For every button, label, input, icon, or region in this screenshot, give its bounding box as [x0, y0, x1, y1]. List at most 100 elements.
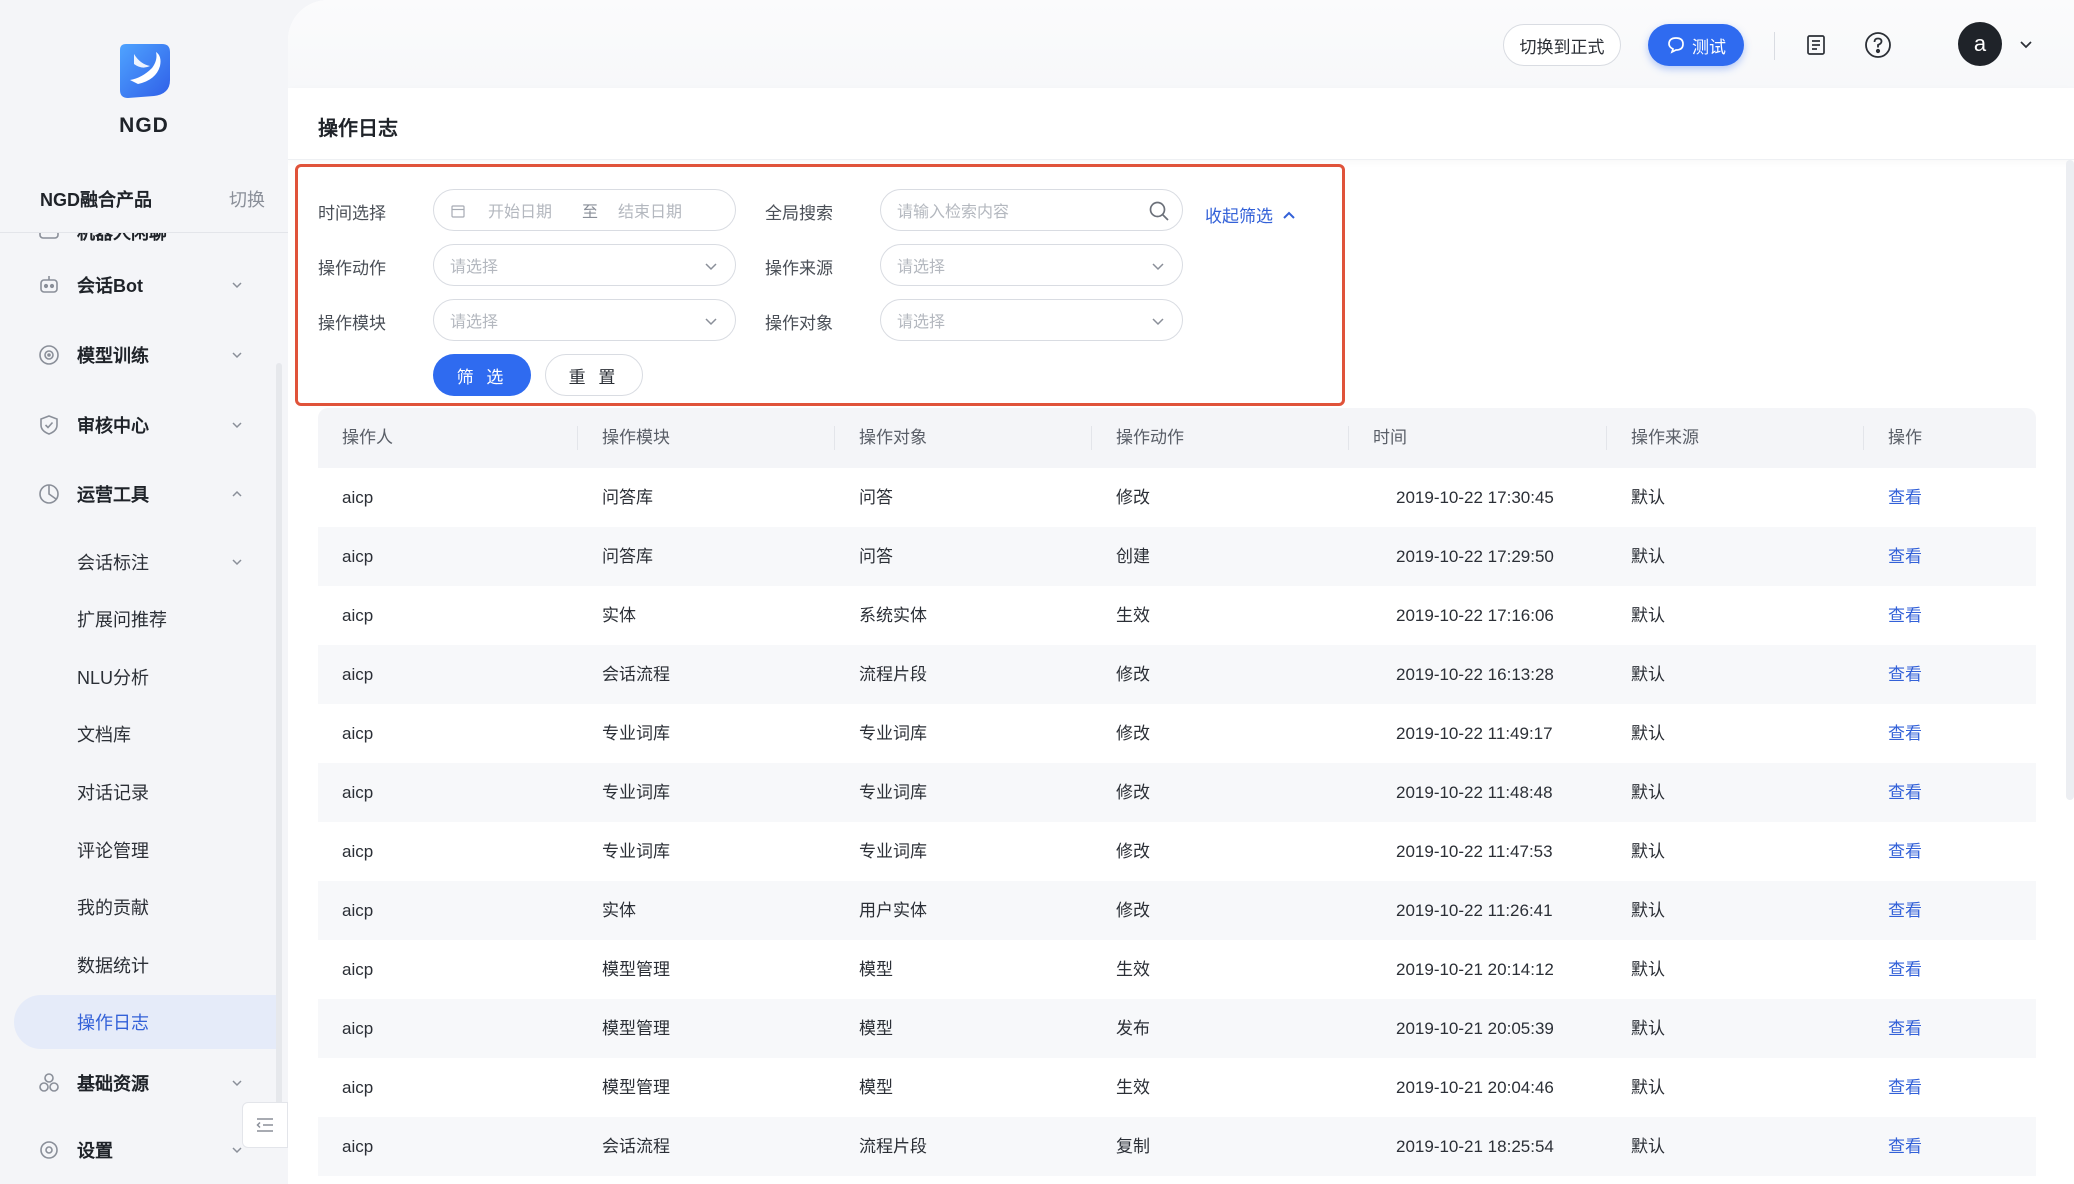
- view-link[interactable]: 查看: [1888, 468, 1922, 527]
- cell-operator: aicp: [342, 960, 374, 979]
- operation-source-select[interactable]: 请选择: [880, 244, 1183, 286]
- view-link[interactable]: 查看: [1888, 940, 1922, 999]
- help-icon[interactable]: [1863, 30, 1893, 60]
- collapse-filter-toggle[interactable]: 收起筛选: [1205, 202, 1297, 227]
- operation-action-label: 操作动作: [318, 259, 386, 278]
- sidebar-item-label: 运营工具: [77, 485, 149, 505]
- cell-time: 2019-10-22 17:29:50: [1396, 547, 1554, 566]
- chevron-down-icon: [705, 263, 717, 271]
- view-link[interactable]: 查看: [1888, 1117, 1922, 1176]
- filter-button[interactable]: 筛 选: [433, 354, 531, 396]
- divider: [1606, 426, 1607, 450]
- sidebar-item-review-center[interactable]: 审核中心: [0, 398, 260, 452]
- table-row: aicp 问答库 问答 修改 2019-10-22 17:30:45 默认 查看: [318, 468, 2036, 527]
- sidebar-subitem-comment-management[interactable]: 评论管理: [14, 823, 276, 877]
- cell-module: 专业词库: [602, 842, 670, 861]
- cell-source: 默认: [1631, 665, 1665, 684]
- sidebar-subitem-label: 操作日志: [77, 1013, 149, 1033]
- test-button[interactable]: 测试: [1648, 24, 1744, 66]
- cell-time: 2019-10-22 11:26:41: [1396, 901, 1553, 920]
- cell-action: 修改: [1116, 901, 1150, 920]
- cell-time: 2019-10-22 17:16:06: [1396, 606, 1554, 625]
- view-link[interactable]: 查看: [1888, 1058, 1922, 1117]
- cell-operator: aicp: [342, 724, 374, 743]
- cell-module: 问答库: [602, 488, 653, 507]
- cell-object: 模型: [859, 1078, 893, 1097]
- cell-source: 默认: [1631, 960, 1665, 979]
- chevron-down-icon: [232, 1080, 242, 1087]
- column-header-module: 操作模块: [602, 428, 670, 447]
- sidebar-collapse-button[interactable]: [242, 1102, 288, 1148]
- sidebar-item-label: 模型训练: [77, 346, 149, 366]
- view-link[interactable]: 查看: [1888, 763, 1922, 822]
- view-link[interactable]: 查看: [1888, 822, 1922, 881]
- cell-module: 模型管理: [602, 960, 670, 979]
- sidebar-item-model-training[interactable]: 模型训练: [0, 328, 260, 382]
- cell-source: 默认: [1631, 547, 1665, 566]
- cell-time: 2019-10-22 11:47:53: [1396, 842, 1553, 861]
- sidebar-subitem-session-annotation[interactable]: 会话标注: [14, 535, 276, 589]
- operation-log-table: 操作人 操作模块 操作对象 操作动作 时间 操作来源 操作 aicp 问答库 问答修…: [318, 408, 2036, 1176]
- sidebar-subitem-data-statistics[interactable]: 数据统计: [14, 938, 276, 992]
- view-link[interactable]: 查看: [1888, 704, 1922, 763]
- sidebar-subitem-label: 文档库: [77, 725, 131, 745]
- document-icon[interactable]: [1801, 30, 1831, 60]
- cell-time: 2019-10-22 11:48:48: [1396, 783, 1553, 802]
- select-placeholder: 请选择: [897, 314, 946, 331]
- view-link[interactable]: 查看: [1888, 881, 1922, 940]
- sidebar-item-ops-tools[interactable]: 运营工具: [0, 467, 260, 521]
- global-search-label: 全局搜索: [765, 204, 833, 223]
- sidebar-item-settings[interactable]: 设置: [0, 1123, 260, 1177]
- sidebar-item-base-resources[interactable]: 基础资源: [0, 1056, 260, 1110]
- date-range-picker[interactable]: 开始日期 至 结束日期: [433, 189, 736, 231]
- sidebar-subitem-label: 评论管理: [77, 841, 149, 861]
- column-header-operator: 操作人: [342, 428, 393, 447]
- table-row: aicp 模型管理 模型 生效 2019-10-21 20:14:12 默认 查看: [318, 940, 2036, 999]
- product-switch-link[interactable]: 切换: [229, 186, 265, 212]
- app-name: NGD: [119, 114, 169, 137]
- cell-object: 用户实体: [859, 901, 927, 920]
- cell-operator: aicp: [342, 901, 374, 920]
- sidebar-subitem-nlu-analysis[interactable]: NLU分析: [14, 650, 276, 704]
- sidebar-scrollbar[interactable]: [276, 363, 282, 1143]
- view-link[interactable]: 查看: [1888, 999, 1922, 1058]
- bird-logo-icon[interactable]: [114, 40, 174, 100]
- sidebar-subitem-dialog-records[interactable]: 对话记录: [14, 765, 276, 819]
- operation-action-select[interactable]: 请选择: [433, 244, 736, 286]
- cell-action: 修改: [1116, 783, 1150, 802]
- cell-source: 默认: [1631, 488, 1665, 507]
- sidebar-item-label: 机器人闲聊: [77, 233, 167, 243]
- operation-module-select[interactable]: 请选择: [433, 299, 736, 341]
- reset-button[interactable]: 重 置: [545, 354, 643, 396]
- gear-icon: [36, 1137, 62, 1163]
- sidebar-subitem-operation-log[interactable]: 操作日志: [14, 995, 276, 1049]
- table-body: aicp 问答库 问答 修改 2019-10-22 17:30:45 默认 查看 aicp 问答…: [318, 468, 2036, 1176]
- chevron-down-icon[interactable]: [2018, 36, 2034, 52]
- switch-environment-button[interactable]: 切换到正式: [1503, 24, 1621, 66]
- sidebar-item-chitchat[interactable]: 机器人闲聊: [0, 233, 260, 259]
- cell-module: 问答库: [602, 547, 653, 566]
- chevron-down-icon: [232, 422, 242, 429]
- view-link[interactable]: 查看: [1888, 586, 1922, 645]
- view-link[interactable]: 查看: [1888, 645, 1922, 704]
- operation-object-select[interactable]: 请选择: [880, 299, 1183, 341]
- cell-module: 模型管理: [602, 1078, 670, 1097]
- search-icon[interactable]: [1148, 200, 1170, 222]
- view-link[interactable]: 查看: [1888, 527, 1922, 586]
- divider: [834, 426, 835, 450]
- chevron-up-icon: [1283, 211, 1295, 219]
- global-search-input[interactable]: 请输入检索内容: [880, 189, 1183, 231]
- cell-object: 模型: [859, 1019, 893, 1038]
- select-placeholder: 请选择: [897, 259, 946, 276]
- sidebar-subitem-extended-questions[interactable]: 扩展问推荐: [14, 592, 276, 646]
- sidebar-subitem-my-contribution[interactable]: 我的贡献: [14, 880, 276, 934]
- avatar[interactable]: a: [1958, 22, 2002, 66]
- content-scrollbar[interactable]: [2066, 160, 2074, 800]
- shield-check-icon: [36, 412, 62, 438]
- top-bar: 切换到正式 测试 a: [288, 0, 2074, 88]
- sidebar-item-session-bot[interactable]: 会话Bot: [0, 258, 260, 312]
- start-date-placeholder: 开始日期: [488, 204, 553, 221]
- cell-object: 模型: [859, 960, 893, 979]
- sidebar-subitem-doc-library[interactable]: 文档库: [14, 707, 276, 761]
- test-button-label: 测试: [1692, 37, 1726, 57]
